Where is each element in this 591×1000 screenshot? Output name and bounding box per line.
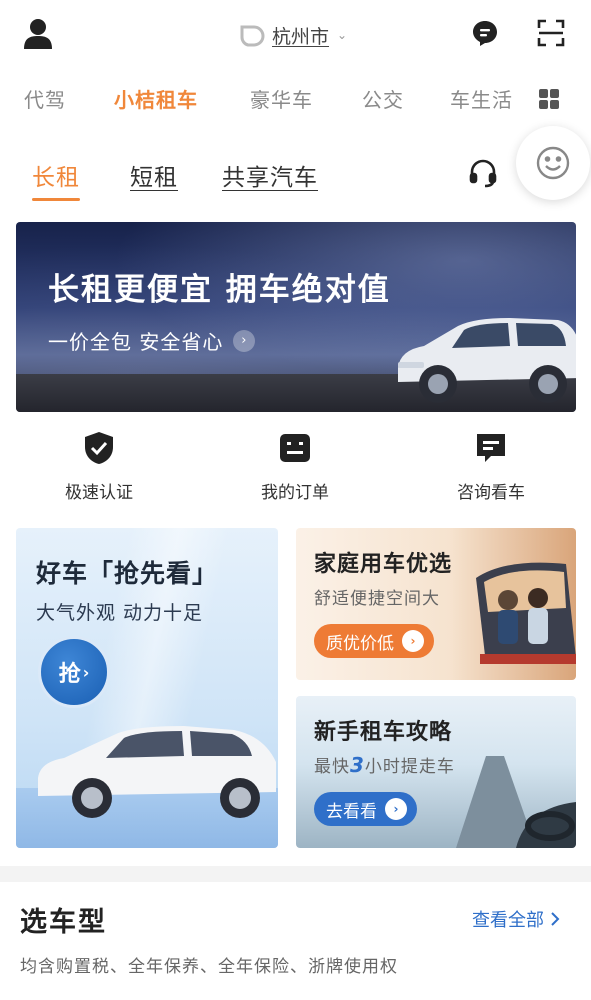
chevron-down-icon: ⌄ — [337, 28, 348, 42]
quality-price-button[interactable]: 质优价低 › — [314, 624, 434, 658]
headset-icon[interactable] — [468, 158, 500, 190]
quick-action-orders[interactable]: 我的订单 — [230, 430, 360, 503]
sedan-car-image — [38, 726, 276, 818]
promo-subtitle: 舒适便捷空间大 — [314, 589, 440, 609]
button-label: 质优价低 — [326, 633, 394, 654]
chevron-right-icon: › — [402, 630, 424, 652]
tab-short-term[interactable]: 短租 — [130, 158, 178, 192]
hero-banner[interactable]: 长租更便宜 拥车绝对值 一价全包 安全省心 › — [16, 222, 576, 412]
suv-car-image — [398, 318, 576, 403]
chevron-right-icon: › — [385, 798, 407, 820]
nav-item-daijia[interactable]: 代驾 — [24, 84, 66, 113]
quick-action-verify[interactable]: 极速认证 — [34, 430, 164, 503]
tab-car-sharing[interactable]: 共享汽车 — [222, 158, 318, 192]
city-selector[interactable]: 杭州市 ⌄ — [238, 18, 347, 52]
order-list-icon — [280, 434, 310, 462]
user-icon[interactable] — [18, 14, 58, 54]
quick-actions: 极速认证 我的订单 咨询看车 — [0, 422, 591, 512]
view-all-label: 查看全部 — [472, 910, 544, 931]
promo-card-new-cars[interactable]: 好车「抢先看」 大气外观 动力十足 抢 › — [16, 528, 278, 848]
quick-action-label: 极速认证 — [65, 483, 133, 503]
scan-icon[interactable] — [531, 14, 571, 52]
promo-card-guide[interactable]: 新手租车攻略 最快3小时提走车 去看看 › — [296, 696, 576, 848]
nav-item-car-life[interactable]: 车生活 — [450, 84, 513, 113]
tab-long-term[interactable]: 长租 — [32, 158, 80, 201]
promo-subtitle: 最快3小时提走车 — [314, 752, 455, 777]
subtitle-prefix: 最快 — [314, 757, 350, 777]
banner-subtitle-text: 一价全包 安全省心 — [48, 330, 224, 354]
message-icon[interactable] — [466, 14, 504, 52]
didi-logo-icon — [240, 25, 265, 47]
promo-title: 好车「抢先看」 — [36, 559, 219, 588]
promo-card-family[interactable]: 家庭用车优选 舒适便捷空间大 质优价低 › — [296, 528, 576, 680]
section-description: 均含购置税、全年保养、全年保险、浙牌使用权 — [20, 957, 398, 977]
quick-action-label: 我的订单 — [261, 483, 329, 503]
view-all-link[interactable]: 查看全部 — [472, 906, 560, 932]
promo-subtitle: 大气外观 动力十足 — [36, 602, 204, 624]
shield-check-icon — [85, 432, 113, 464]
quick-action-consult[interactable]: 咨询看车 — [426, 430, 556, 503]
city-name: 杭州市 — [272, 25, 330, 48]
chat-bubble-icon — [477, 434, 505, 462]
main-nav: 代驾 小桔租车 豪华车 公交 车生活 — [0, 76, 591, 124]
grid-menu-icon[interactable] — [538, 88, 564, 114]
grab-button[interactable]: 抢 › — [38, 636, 110, 708]
go-see-button[interactable]: 去看看 › — [314, 792, 417, 826]
assistant-smiley-button[interactable] — [516, 126, 590, 200]
grab-button-label: 抢 — [58, 662, 81, 687]
section-divider — [0, 866, 591, 882]
nav-item-rental[interactable]: 小桔租车 — [114, 84, 198, 113]
family-car-image — [476, 562, 576, 664]
road-steering-image — [456, 756, 576, 848]
promo-title: 新手租车攻略 — [314, 720, 453, 745]
top-bar: 杭州市 ⌄ — [0, 0, 591, 68]
nav-item-bus[interactable]: 公交 — [362, 84, 404, 113]
chevron-right-icon — [551, 912, 560, 926]
subtitle-suffix: 小时提走车 — [364, 757, 455, 777]
banner-title: 长租更便宜 拥车绝对值 — [48, 272, 391, 308]
subtitle-highlight: 3 — [350, 753, 365, 777]
sub-tabs: 长租 短租 共享汽车 — [0, 140, 591, 208]
chevron-right-icon: › — [233, 329, 256, 352]
section-title: 选车型 — [20, 907, 107, 938]
banner-subtitle: 一价全包 安全省心 › — [48, 326, 256, 355]
quick-action-label: 咨询看车 — [457, 483, 525, 503]
nav-item-luxury[interactable]: 豪华车 — [250, 84, 313, 113]
button-label: 去看看 — [326, 801, 377, 822]
promo-title: 家庭用车优选 — [314, 552, 453, 577]
